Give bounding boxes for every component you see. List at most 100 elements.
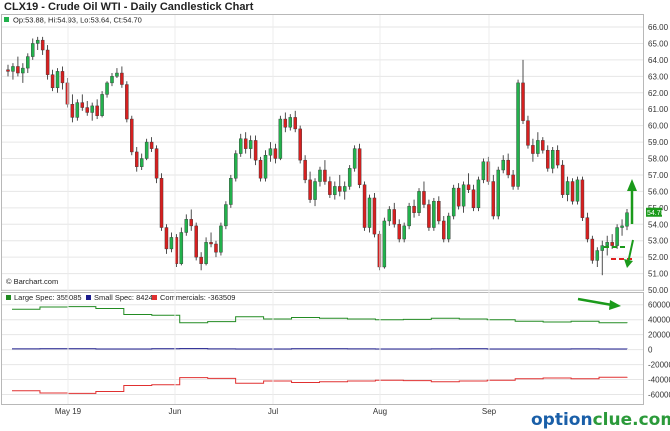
candle-body	[387, 209, 392, 222]
candle-body	[293, 117, 297, 130]
candle	[229, 174, 233, 208]
cot-tick-label: 400000	[648, 316, 670, 325]
legend-swatch	[4, 17, 9, 22]
candle-body	[565, 181, 570, 195]
price-tick-label: 60.00	[648, 122, 669, 131]
candle-body	[229, 178, 233, 205]
legend-commercials: Commercials: -363509	[160, 293, 235, 302]
candle-body	[154, 148, 159, 179]
candle-body	[362, 184, 367, 228]
candle-body	[546, 150, 550, 169]
candle	[432, 197, 436, 231]
candle-body	[338, 186, 342, 192]
x-tick-label: Jun	[169, 407, 182, 416]
candle	[407, 202, 411, 230]
candle-body	[580, 179, 585, 218]
candle-body	[139, 158, 144, 167]
candle	[258, 156, 263, 182]
candle	[575, 176, 580, 205]
candle-body	[442, 220, 446, 240]
candle	[234, 150, 238, 182]
candle-body	[333, 186, 337, 195]
candle-body	[347, 168, 352, 187]
candle-body	[75, 102, 80, 118]
candle-body	[501, 159, 505, 171]
candle-body	[605, 242, 609, 246]
candle-body	[179, 232, 184, 264]
candle-body	[194, 225, 198, 258]
candle	[194, 222, 198, 261]
candle-body	[496, 169, 500, 217]
candle-body	[407, 205, 411, 227]
candle-body	[35, 39, 40, 44]
candle-body	[318, 169, 322, 182]
candle-body	[120, 72, 124, 85]
candle	[580, 176, 585, 221]
candle-body	[382, 220, 387, 268]
candle-body	[115, 72, 119, 77]
x-tick-label: Jul	[268, 407, 278, 416]
candle	[352, 145, 357, 172]
candle-body	[417, 191, 421, 213]
candle-body	[531, 145, 535, 154]
candle-body	[253, 140, 258, 161]
candle-body	[550, 150, 555, 169]
candle	[382, 217, 387, 269]
candle-body	[451, 187, 456, 217]
candle-body	[85, 107, 89, 113]
candle-body	[308, 179, 312, 200]
candle	[451, 184, 456, 220]
candle	[159, 173, 164, 231]
candle-body	[209, 242, 213, 245]
candle-body	[204, 242, 208, 264]
candle-body	[40, 39, 45, 51]
candle-body	[600, 245, 604, 251]
legend-swatch-large	[6, 295, 11, 300]
candle-body	[521, 82, 525, 121]
price-tick-label: 63.00	[648, 72, 669, 81]
candle-body	[575, 179, 580, 202]
candle-body	[60, 71, 65, 84]
price-tick-label: 62.00	[648, 89, 669, 98]
candle	[219, 222, 223, 256]
candle	[372, 193, 377, 238]
candle	[590, 235, 595, 264]
price-tick-label: 66.00	[648, 23, 669, 32]
candle-body	[45, 49, 50, 75]
candle-body	[21, 67, 25, 74]
candle	[570, 178, 575, 205]
candle-body	[199, 256, 203, 264]
x-tick-label: Sep	[482, 407, 497, 416]
candle-body	[144, 141, 149, 159]
candle-body	[243, 138, 248, 149]
candle-body	[481, 161, 486, 181]
candle-body	[110, 76, 114, 84]
candle-body	[590, 238, 595, 261]
candle	[278, 115, 283, 161]
cot-tick-label: -200000	[648, 361, 670, 370]
candle-body	[239, 138, 243, 154]
candle-body	[511, 174, 515, 187]
candle-body	[328, 181, 332, 195]
candle-body	[476, 179, 481, 209]
candle	[615, 224, 619, 249]
watermark: optionclue.com	[531, 410, 670, 430]
price-tick-label: 52.00	[648, 253, 669, 262]
candle-body	[367, 197, 372, 228]
candle-body	[471, 189, 476, 209]
candle-body	[100, 94, 104, 116]
candle	[446, 212, 451, 243]
cot-tick-label: 600000	[648, 301, 670, 310]
candle-body	[184, 219, 189, 233]
candle-body	[95, 105, 99, 116]
ohlc-legend: Op:53.88, Hi:54.93, Lo:53.64, Ct:54.70	[13, 16, 142, 25]
candle	[75, 99, 80, 121]
candle-body	[6, 69, 10, 72]
candle-body	[303, 159, 307, 181]
x-tick-label: Aug	[373, 407, 387, 416]
candle-body	[298, 128, 302, 161]
candle-body	[16, 66, 20, 74]
price-tick-label: 57.00	[648, 171, 669, 180]
legend-large-spec: Large Spec: 355085	[14, 293, 82, 302]
price-tick-label: 64.00	[648, 56, 669, 65]
